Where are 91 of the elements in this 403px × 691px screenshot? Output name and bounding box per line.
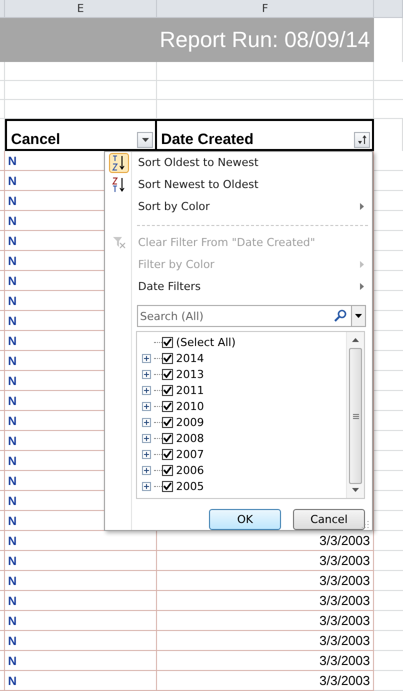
list-item-label: 2007 bbox=[176, 448, 204, 461]
table-cell: N bbox=[8, 374, 17, 388]
list-item-label: 2014 bbox=[176, 352, 204, 365]
table-cell: N bbox=[8, 254, 17, 268]
column-header[interactable]: F bbox=[157, 0, 374, 17]
table-cell: N bbox=[8, 234, 17, 248]
sort-ascending-icon bbox=[112, 154, 126, 171]
table-cell: 3/3/2003 bbox=[319, 593, 370, 608]
expand-icon[interactable] bbox=[142, 386, 151, 395]
expand-icon[interactable] bbox=[142, 370, 151, 379]
table-cell: 3/3/2003 bbox=[319, 533, 370, 548]
column-title: Date Created bbox=[161, 131, 254, 148]
table-cell: N bbox=[8, 194, 17, 208]
table-cell: N bbox=[8, 574, 17, 588]
checkbox[interactable] bbox=[162, 416, 173, 428]
checkbox[interactable] bbox=[162, 352, 173, 364]
expand-icon[interactable] bbox=[142, 434, 151, 443]
dropdown-arrow-icon bbox=[142, 138, 148, 142]
filter-sorted-icon bbox=[357, 135, 367, 145]
table-cell: 3/3/2003 bbox=[319, 573, 370, 588]
search-field[interactable]: Search (All) bbox=[137, 305, 366, 328]
table-cell: N bbox=[8, 354, 17, 368]
table-cell: N bbox=[8, 634, 17, 648]
clear-filter-icon bbox=[112, 235, 126, 250]
expand-icon[interactable] bbox=[142, 466, 151, 475]
submenu-arrow-icon bbox=[360, 282, 364, 290]
checkbox[interactable] bbox=[162, 432, 173, 444]
menu-item[interactable]: Date Filters bbox=[105, 275, 372, 298]
checkbox[interactable] bbox=[162, 464, 173, 476]
table-cell: 3/3/2003 bbox=[319, 653, 370, 668]
column-title: Cancel bbox=[11, 131, 60, 148]
table-cell: N bbox=[8, 274, 17, 288]
table-cell: N bbox=[8, 414, 17, 428]
sort-descending-icon bbox=[112, 176, 126, 193]
expand-icon[interactable] bbox=[142, 418, 151, 427]
table-cell: 3/3/2003 bbox=[319, 633, 370, 648]
checkbox[interactable] bbox=[162, 384, 173, 396]
checkbox[interactable] bbox=[162, 368, 173, 380]
dialog-button[interactable]: OK bbox=[209, 509, 281, 530]
table-cell: N bbox=[8, 534, 17, 548]
table-cell: N bbox=[8, 334, 17, 348]
dialog-button[interactable]: Cancel bbox=[293, 509, 365, 530]
list-item-label: 2013 bbox=[176, 368, 204, 381]
table-cell: N bbox=[8, 314, 17, 328]
submenu-arrow-icon bbox=[360, 203, 364, 210]
expand-icon[interactable] bbox=[142, 354, 151, 363]
checkbox[interactable] bbox=[162, 400, 173, 412]
table-cell: N bbox=[8, 494, 17, 508]
checkbox[interactable] bbox=[162, 448, 173, 460]
report-title: Report Run: 08/09/14 bbox=[0, 18, 374, 62]
table-cell: N bbox=[8, 654, 17, 668]
list-item-label: 2005 bbox=[176, 480, 204, 493]
column-header[interactable]: E bbox=[5, 0, 157, 17]
scroll-down-icon[interactable] bbox=[352, 488, 359, 492]
expand-icon[interactable] bbox=[142, 482, 151, 491]
submenu-arrow-icon bbox=[360, 260, 364, 268]
list-item-label: (Select All) bbox=[176, 336, 236, 349]
table-cell: N bbox=[8, 434, 17, 448]
table-cell: N bbox=[8, 174, 17, 188]
table-cell: N bbox=[8, 674, 17, 688]
filter-button[interactable] bbox=[354, 132, 370, 148]
search-icon bbox=[334, 309, 347, 322]
list-item-label: 2008 bbox=[176, 432, 204, 445]
table-cell: N bbox=[8, 394, 17, 408]
resize-grip-icon[interactable] bbox=[362, 520, 370, 528]
list-item-label: 2011 bbox=[176, 384, 204, 397]
table-cell: 3/3/2003 bbox=[319, 613, 370, 628]
table-cell: N bbox=[8, 594, 17, 608]
expand-icon[interactable] bbox=[142, 402, 151, 411]
scroll-up-icon[interactable] bbox=[352, 338, 359, 342]
table-cell: N bbox=[8, 474, 17, 488]
checkbox[interactable] bbox=[162, 336, 173, 348]
table-cell: N bbox=[8, 214, 17, 228]
checkbox[interactable] bbox=[162, 480, 173, 492]
table-cell: 3/3/2003 bbox=[319, 553, 370, 568]
menu-item[interactable]: Sort Newest to Oldest bbox=[105, 174, 372, 196]
table-cell: N bbox=[8, 614, 17, 628]
list-item-label: 2010 bbox=[176, 400, 204, 413]
table-cell: N bbox=[8, 554, 17, 568]
table-cell: N bbox=[8, 154, 17, 168]
filter-button[interactable] bbox=[137, 132, 153, 148]
table-cell: 3/3/2003 bbox=[319, 673, 370, 688]
table-cell: N bbox=[8, 454, 17, 468]
list-item-label: 2006 bbox=[176, 464, 204, 477]
list-item-label: 2009 bbox=[176, 416, 204, 429]
expand-icon[interactable] bbox=[142, 450, 151, 459]
menu-item[interactable]: Sort Oldest to Newest bbox=[105, 152, 372, 174]
scrollbar-thumb[interactable] bbox=[349, 348, 362, 484]
table-cell: N bbox=[8, 514, 17, 528]
table-cell: N bbox=[8, 294, 17, 308]
menu-item[interactable]: Sort by Color bbox=[105, 196, 372, 218]
